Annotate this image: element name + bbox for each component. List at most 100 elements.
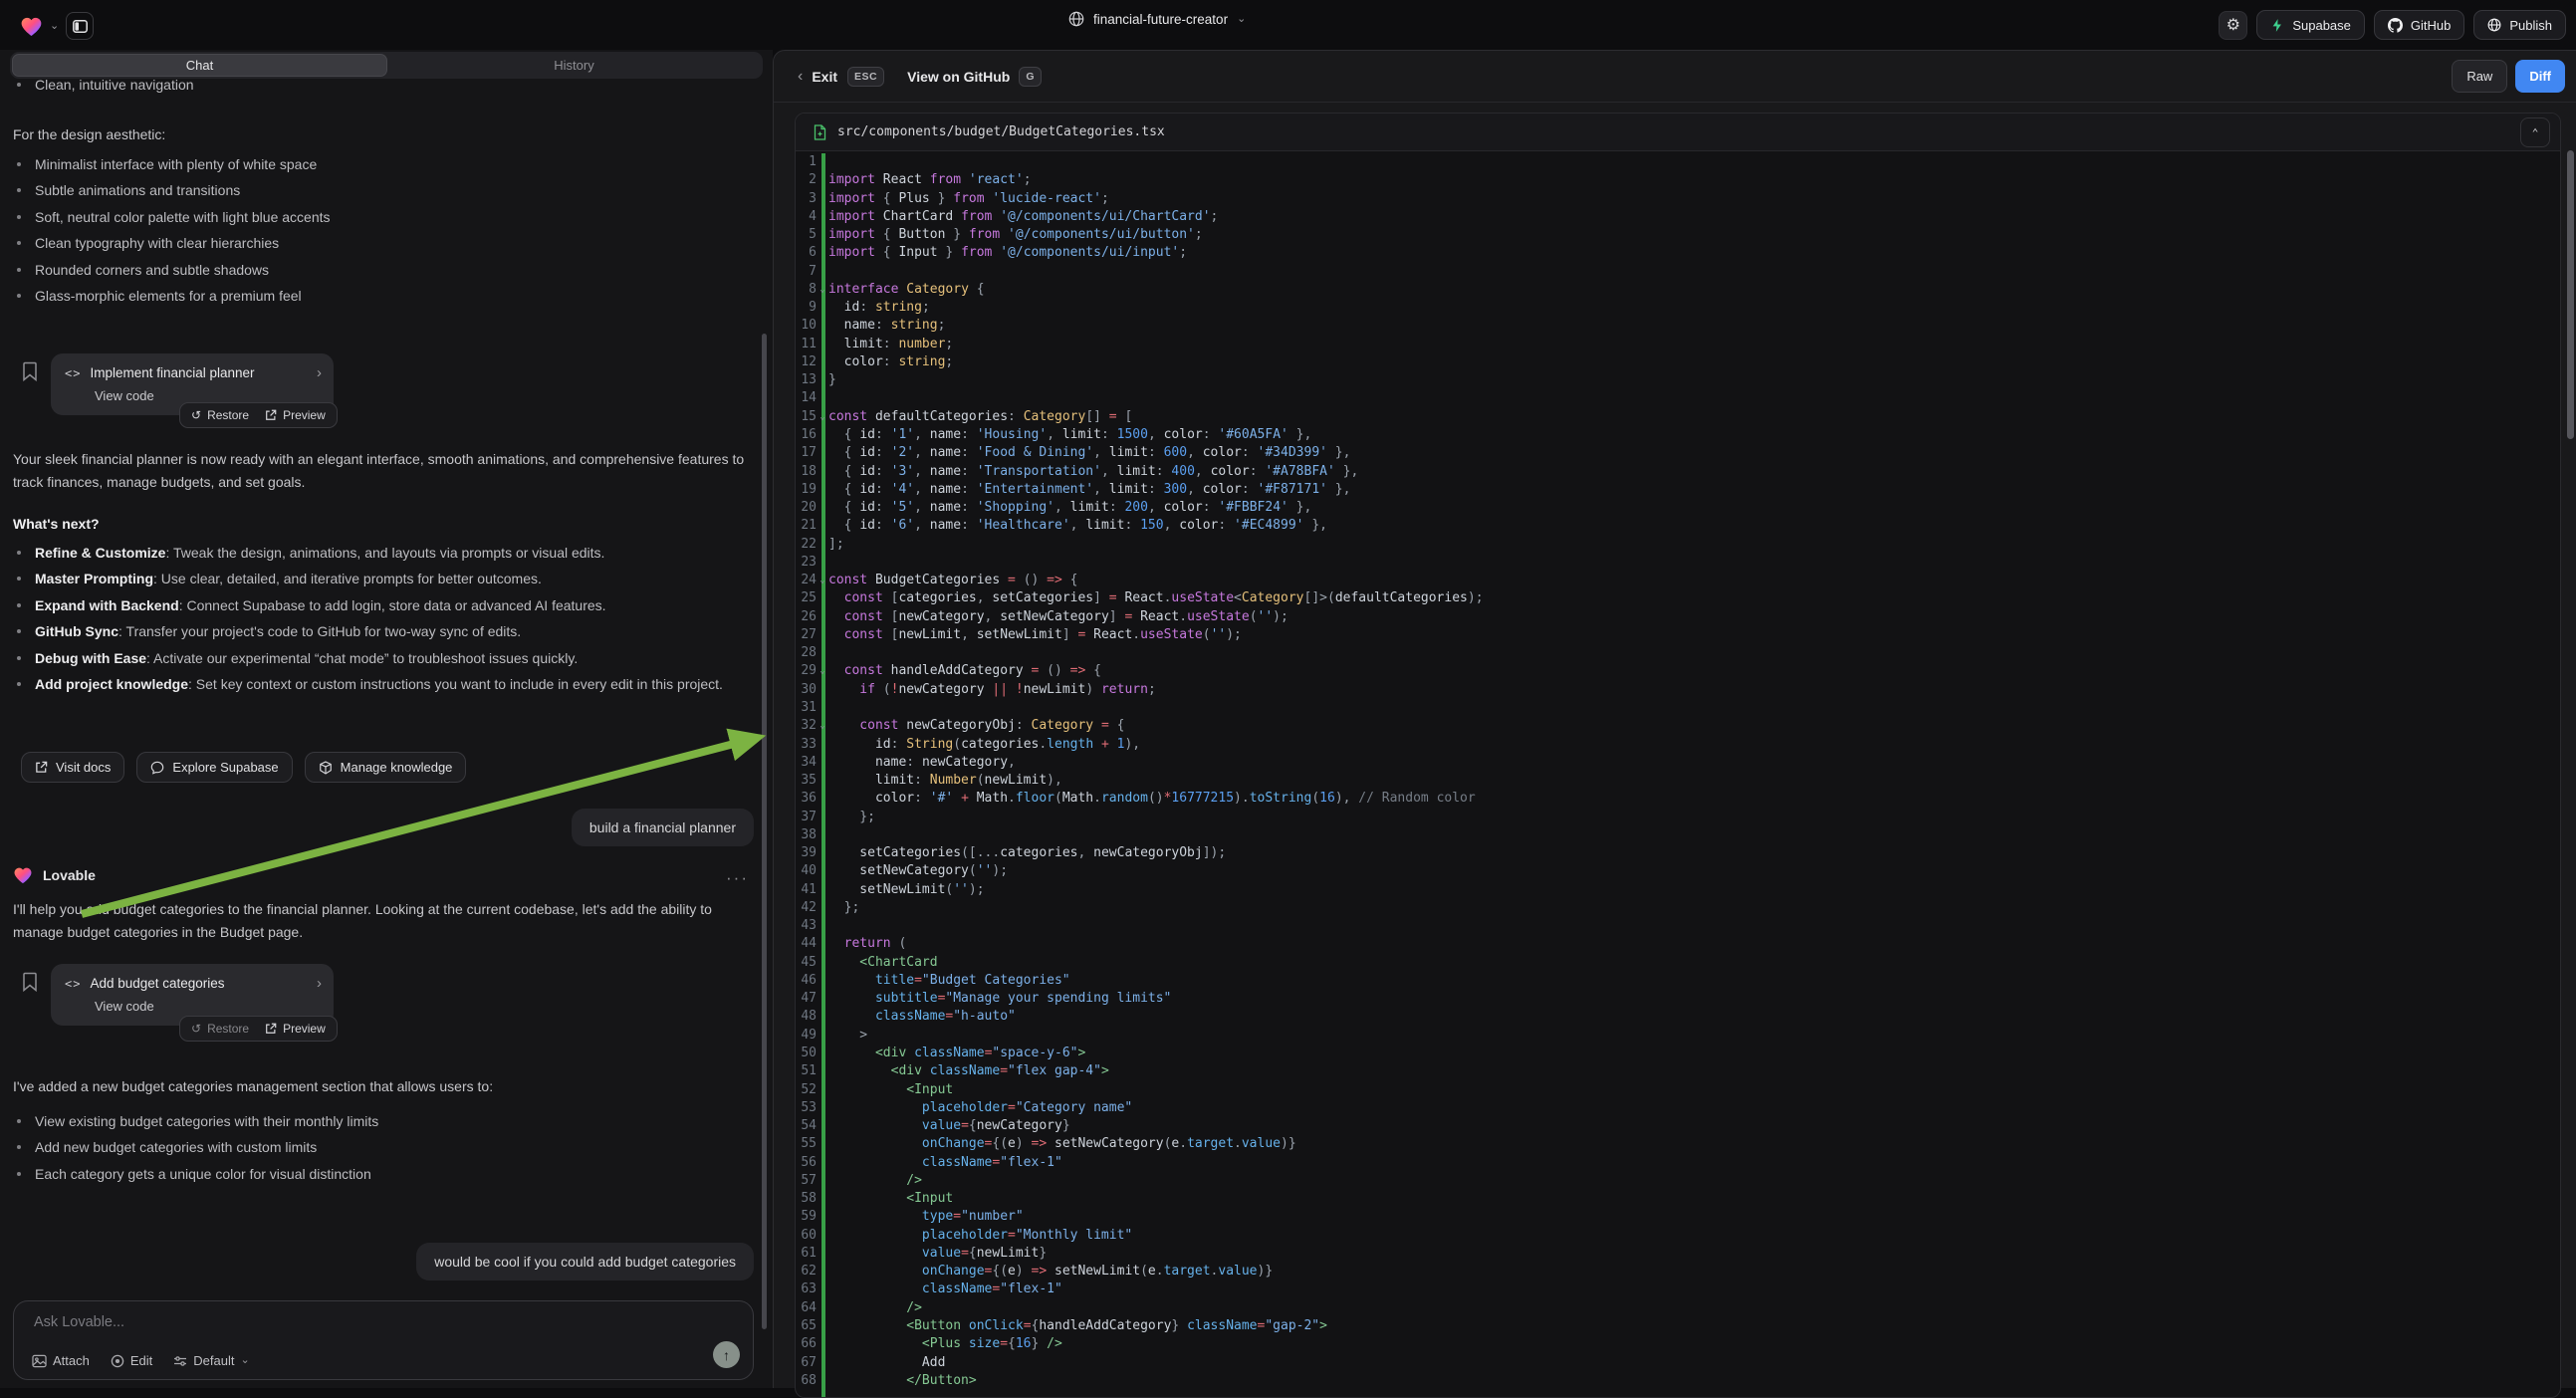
settings-button[interactable]: ⚙ [2219,11,2247,40]
code-editor[interactable]: 12import React from 'react';3import { Pl… [796,153,2560,1397]
code-line: 66 <Plus size={16} /> [796,1335,2560,1353]
image-icon [32,1354,47,1368]
code-line: 24⌄const BudgetCategories = () => { [796,572,2560,589]
visit-docs-button[interactable]: Visit docs [21,752,124,783]
github-label: GitHub [2411,18,2451,33]
code-line: 35 limit: Number(newLimit), [796,772,2560,790]
esc-key-hint: ESC [847,67,884,87]
view-on-github-button[interactable]: View on GitHub [907,69,1010,85]
chevron-left-icon[interactable]: ‹ [798,69,803,85]
restore-icon: ↺ [191,1022,201,1036]
publish-button[interactable]: Publish [2473,10,2566,40]
code-scrollbar[interactable] [2567,150,2574,439]
toggle-sidebar-button[interactable] [66,12,94,40]
code-line: 18 { id: '3', name: 'Transportation', li… [796,463,2560,481]
g-key-hint: G [1019,67,1042,87]
code-line: 42 }; [796,899,2560,917]
code-line: 3import { Plus } from 'lucide-react'; [796,190,2560,208]
code-icon: <> [65,977,81,991]
code-line: 15⌄const defaultCategories: Category[] =… [796,408,2560,426]
code-viewer-panel: ‹ Exit ESC View on GitHub G Raw Diff src… [773,50,2576,1388]
project-name: financial-future-creator [1093,12,1228,27]
external-link-icon [265,1023,277,1035]
code-line: 17 { id: '2', name: 'Food & Dining', lim… [796,444,2560,462]
code-line: 25 const [categories, setCategories] = R… [796,589,2560,607]
message-overflow-menu-icon[interactable]: ··· [726,868,749,888]
attach-button[interactable]: Attach [32,1353,90,1368]
chat-input[interactable]: Ask Lovable... Attach Edit [13,1300,754,1380]
view-code-link[interactable]: View code [51,381,334,403]
code-line: 16 { id: '1', name: 'Housing', limit: 15… [796,426,2560,444]
preview-button[interactable]: Preview [265,1022,326,1036]
diff-toggle-button[interactable]: Diff [2515,60,2565,93]
code-line: 57 /> [796,1172,2560,1190]
code-line: 49 > [796,1027,2560,1045]
added-bullet-list: View existing budget categories with the… [13,1108,755,1187]
view-code-link[interactable]: View code [51,992,334,1014]
gear-icon: ⚙ [2226,15,2240,35]
code-line: 61 value={newLimit} [796,1245,2560,1263]
code-line: 53 placeholder="Category name" [796,1099,2560,1117]
code-line: 7 [796,263,2560,281]
list-item: Debug with Ease: Activate our experiment… [13,645,758,671]
supabase-label: Supabase [2292,18,2351,33]
code-line: 56 className="flex-1" [796,1154,2560,1172]
code-line: 4import ChartCard from '@/components/ui/… [796,208,2560,226]
restore-icon: ↺ [191,408,201,422]
bookmark-icon[interactable] [22,972,38,992]
code-line: 27 const [newLimit, setNewLimit] = React… [796,626,2560,644]
assistant-header: Lovable [13,866,96,884]
code-line: 62 onChange={(e) => setNewLimit(e.target… [796,1263,2560,1281]
raw-toggle-button[interactable]: Raw [2452,60,2507,93]
preview-button[interactable]: Preview [265,408,326,422]
manage-knowledge-button[interactable]: Manage knowledge [305,752,467,783]
list-item: Rounded corners and subtle shadows [13,257,755,283]
chat-scrollbar[interactable] [762,334,767,1329]
edit-button[interactable]: Edit [111,1353,152,1368]
code-line: 59 type="number" [796,1208,2560,1226]
chevron-right-icon: › [317,364,322,381]
restore-button[interactable]: ↺ Restore [191,1022,249,1036]
code-viewer-header: ‹ Exit ESC View on GitHub G Raw Diff [774,51,2576,103]
code-line: 10 name: string; [796,317,2560,335]
explore-supabase-button[interactable]: Explore Supabase [136,752,292,783]
file-path: src/components/budget/BudgetCategories.t… [837,124,1165,139]
code-line: 43 [796,917,2560,935]
code-line: 46 title="Budget Categories" [796,972,2560,990]
project-chevron-down-icon: ⌄ [1237,14,1246,25]
file-header[interactable]: src/components/budget/BudgetCategories.t… [796,114,2560,151]
project-switcher[interactable]: financial-future-creator ⌄ [1068,11,1246,27]
collapse-file-button[interactable]: ⌃ [2520,117,2550,147]
code-line: 44 return ( [796,935,2560,953]
code-line: 23 [796,554,2560,572]
github-button[interactable]: GitHub [2374,10,2464,40]
external-link-icon [265,409,277,421]
lovable-avatar [13,866,33,884]
code-line: 26 const [newCategory, setNewCategory] =… [796,608,2560,626]
list-item: Clean typography with clear hierarchies [13,230,755,256]
chevron-up-icon: ⌃ [2532,126,2539,139]
mode-selector[interactable]: Default ⌄ [173,1353,249,1368]
design-heading: For the design aesthetic: [13,123,165,146]
user-message: would be cool if you could add budget ca… [416,1243,754,1281]
supabase-button[interactable]: Supabase [2256,10,2365,40]
code-line: 1 [796,153,2560,171]
publish-label: Publish [2509,18,2552,33]
code-line: 6import { Input } from '@/components/ui/… [796,244,2560,262]
code-line: 28 [796,644,2560,662]
target-icon [111,1354,124,1368]
code-line: 37 }; [796,809,2560,826]
exit-button[interactable]: Exit [812,69,837,85]
chevron-down-icon: ⌄ [240,1355,249,1366]
list-item: Soft, neutral color palette with light b… [13,204,755,230]
send-button[interactable]: ↑ [713,1341,740,1368]
restore-button[interactable]: ↺ Restore [191,408,249,422]
list-item: Add project knowledge: Set key context o… [13,671,758,697]
suggestion-buttons: Visit docs Explore Supabase Manage knowl… [21,752,466,783]
lovable-logo-icon[interactable] [20,16,43,37]
whats-next-bullet-list: Refine & Customize: Tweak the design, an… [13,540,758,697]
bookmark-icon[interactable] [22,361,38,381]
code-line: 36 color: '#' + Math.floor(Math.random()… [796,790,2560,808]
assistant-paragraph: I'll help you add budget categories to t… [13,898,758,944]
logo-chevron-down-icon[interactable]: ⌄ [50,21,59,32]
